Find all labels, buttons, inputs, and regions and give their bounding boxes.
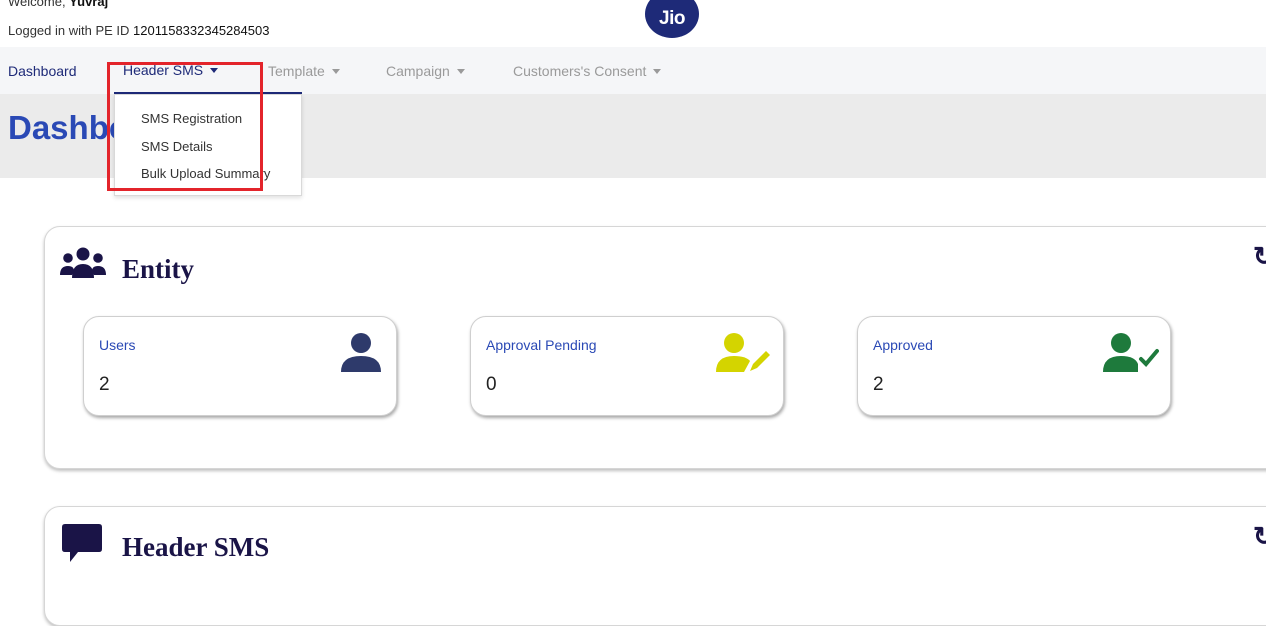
stat-value: 0 — [486, 374, 497, 395]
pe-id: 1201158332345284503 — [133, 23, 270, 38]
welcome-user: Yuvraj — [69, 0, 109, 9]
stat-card-users[interactable]: Users 2 — [83, 316, 397, 416]
nav-customers-consent[interactable]: Customers's Consent — [513, 47, 662, 94]
top-header: Welcome, Yuvraj Logged in with PE ID 120… — [0, 0, 1266, 46]
welcome-text: Welcome, Yuvraj — [8, 0, 108, 9]
stat-card-approval-pending[interactable]: Approval Pending 0 — [470, 316, 784, 416]
stat-value: 2 — [99, 374, 110, 395]
nav-template[interactable]: Template — [268, 47, 340, 94]
refresh-icon[interactable]: ↻ — [1253, 242, 1266, 272]
stat-label: Approval Pending — [486, 337, 597, 353]
logo-text: Jio — [659, 8, 685, 29]
nav-dashboard-label: Dashboard — [8, 62, 77, 79]
welcome-prefix: Welcome, — [8, 0, 70, 9]
nav-header-sms-label: Header SMS — [123, 61, 204, 78]
refresh-icon[interactable]: ↻ — [1253, 522, 1266, 552]
nav-dashboard[interactable]: Dashboard — [8, 47, 77, 94]
user-icon — [340, 331, 382, 378]
stat-card-approved[interactable]: Approved 2 — [857, 316, 1171, 416]
caret-down-icon — [456, 68, 465, 74]
dropdown-item-sms-details[interactable]: SMS Details — [141, 139, 213, 154]
stat-label: Users — [99, 337, 136, 353]
pe-prefix: Logged in with PE ID — [8, 23, 134, 38]
header-sms-section-title: Header SMS — [122, 532, 270, 562]
pe-id-line: Logged in with PE ID 1201158332345284503 — [8, 23, 269, 38]
caret-down-icon — [331, 68, 340, 74]
nav-campaign-label: Campaign — [386, 62, 450, 79]
entity-section-title: Entity — [122, 254, 195, 284]
dropdown-item-sms-registration[interactable]: SMS Registration — [141, 111, 242, 126]
user-edit-icon — [716, 331, 772, 378]
jio-logo[interactable]: Jio — [645, 0, 699, 38]
chat-bubble-icon — [62, 524, 102, 569]
header-sms-section-card — [44, 506, 1266, 626]
user-check-icon — [1103, 331, 1159, 378]
dropdown-item-bulk-upload-summary[interactable]: Bulk Upload Summary — [141, 166, 270, 181]
nav-template-label: Template — [268, 62, 325, 79]
stat-label: Approved — [873, 337, 933, 353]
nav-consent-label: Customers's Consent — [513, 62, 647, 79]
main-nav: Dashboard Header SMS Template Campaign C… — [0, 47, 1266, 94]
users-group-icon — [60, 247, 106, 286]
stat-value: 2 — [873, 374, 884, 395]
caret-down-icon — [210, 67, 219, 73]
header-sms-dropdown: SMS Registration SMS Details Bulk Upload… — [114, 94, 302, 196]
caret-down-icon — [653, 68, 662, 74]
nav-campaign[interactable]: Campaign — [386, 47, 465, 94]
